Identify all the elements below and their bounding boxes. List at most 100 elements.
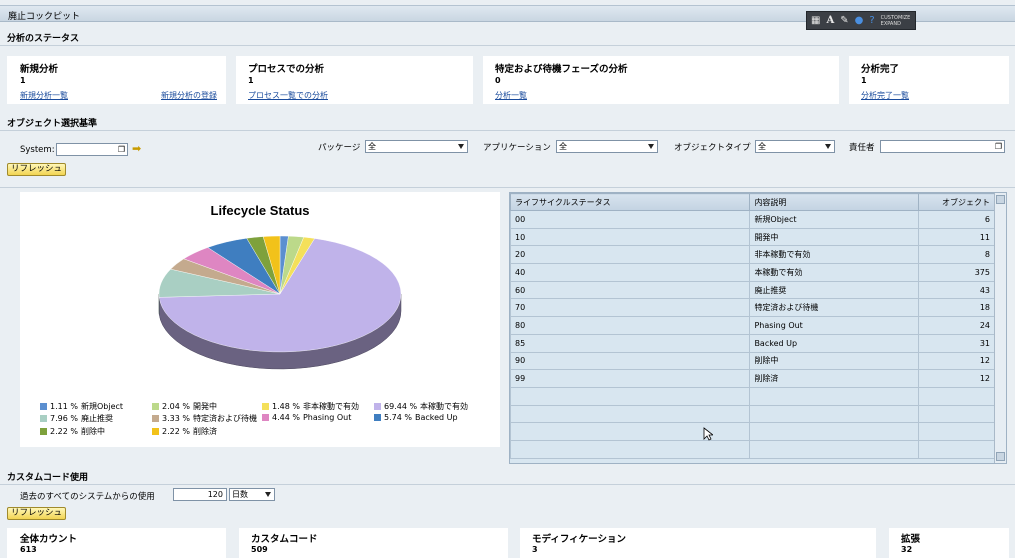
panel-title: 全体カウント — [20, 534, 78, 545]
refresh-button-2[interactable]: リフレッシュ — [7, 507, 66, 520]
help-icon[interactable]: ? — [869, 15, 874, 26]
font-icon[interactable]: A — [826, 15, 834, 26]
application-label: アプリケーション — [483, 143, 551, 153]
legend-item: 5.74 % Backed Up — [374, 413, 458, 422]
table-row[interactable] — [509, 422, 995, 441]
owner-input[interactable]: ❐ — [880, 140, 1005, 153]
panel-value: 3 — [532, 545, 538, 554]
objtype-select[interactable]: 全 — [755, 140, 835, 153]
table-row[interactable]: 70 特定済および待機 18 — [509, 298, 995, 318]
cell-objects: 12 — [918, 369, 995, 388]
package-label: パッケージ — [318, 143, 361, 153]
system-label: System: — [20, 145, 55, 155]
legend-swatch — [374, 414, 381, 421]
legend-swatch — [374, 403, 381, 410]
link-register-new-analysis[interactable]: 新規分析の登録 — [161, 90, 217, 101]
table-header-row: ライフサイクルステータス 内容説明 オブジェクト — [509, 193, 995, 211]
table-row[interactable]: 60 廃止推奨 43 — [509, 280, 995, 300]
legend-label: Backed Up — [414, 413, 458, 422]
unit-select[interactable]: 日数 — [229, 488, 275, 501]
application-select[interactable]: 全 — [556, 140, 658, 153]
cell-objects — [918, 422, 995, 441]
cell-description — [749, 404, 920, 424]
cell-status — [509, 439, 751, 459]
legend-item: 69.44 % 本稼動で有効 — [374, 401, 468, 412]
link-complete-list[interactable]: 分析完了一覧 — [861, 90, 909, 101]
table-row[interactable] — [509, 386, 995, 406]
cell-objects — [918, 404, 995, 424]
col-header-description[interactable]: 内容説明 — [749, 193, 920, 211]
panel-value: 32 — [901, 545, 913, 554]
table-row[interactable]: 20 非本稼動で有効 8 — [509, 245, 995, 265]
legend-label: 廃止推奨 — [80, 414, 113, 423]
legend-swatch — [152, 403, 159, 410]
lifecycle-chart: Lifecycle Status 1.11 % 新規Object 2.04 % 開発中… — [20, 192, 500, 447]
panel-value: 1 — [248, 76, 254, 85]
cell-status: 85 — [509, 333, 751, 353]
table-row[interactable]: 40 本稼動で有効 375 — [509, 263, 995, 282]
globe-icon[interactable]: ● — [855, 15, 864, 26]
link-process-list[interactable]: プロセス一覧での分析 — [248, 90, 328, 101]
analysis-status-heading: 分析のステータス — [7, 34, 80, 44]
legend-label: 新規Object — [80, 402, 124, 411]
legend-label: 開発中 — [192, 402, 217, 411]
owner-label: 責任者 — [849, 143, 875, 153]
col-header-status[interactable]: ライフサイクルステータス — [509, 193, 751, 211]
package-select[interactable]: 全 — [365, 140, 468, 153]
cell-status — [509, 404, 751, 424]
cell-description: 開発中 — [749, 227, 920, 247]
panel-title: プロセスでの分析 — [248, 64, 325, 75]
table-row[interactable]: 00 新規Object 6 — [509, 210, 995, 229]
cell-description: 新規Object — [749, 210, 920, 229]
table-row[interactable]: 90 削除中 12 — [509, 351, 995, 371]
legend-label: Phasing Out — [302, 413, 352, 422]
value-help-icon[interactable]: ❐ — [995, 142, 1002, 151]
legend-percent: 69.44 % — [384, 402, 418, 411]
col-header-objects[interactable]: オブジェクト — [918, 193, 995, 211]
table-row[interactable]: 85 Backed Up 31 — [509, 333, 995, 353]
scroll-down-button[interactable] — [996, 452, 1005, 461]
table-row[interactable]: 80 Phasing Out 24 — [509, 316, 995, 335]
divider — [0, 130, 1015, 131]
panel-modification: モディフィケーション 3 — [520, 528, 876, 558]
table-row[interactable]: 99 削除済 12 — [509, 369, 995, 388]
panel-title: モディフィケーション — [532, 534, 626, 545]
legend-label: 削除中 — [80, 427, 105, 436]
divider — [0, 187, 1015, 188]
wrench-icon[interactable]: ✎ — [840, 15, 848, 26]
usage-days-input[interactable]: 120 — [173, 488, 227, 501]
panel-in-process: プロセスでの分析 1 プロセス一覧での分析 — [236, 56, 473, 104]
system-input[interactable]: ❐ — [56, 143, 128, 156]
table-row[interactable] — [509, 439, 995, 459]
panel-new-analysis: 新規分析 1 新規分析一覧 新規分析の登録 — [7, 56, 226, 104]
legend-item: 4.44 % Phasing Out — [262, 413, 351, 422]
arrow-right-icon[interactable]: ➡ — [132, 142, 141, 155]
scroll-up-button[interactable] — [996, 195, 1005, 204]
table-scrollbar[interactable] — [994, 193, 1006, 463]
panel-title: カスタムコード — [251, 534, 318, 545]
grid-icon[interactable]: ▦ — [811, 15, 820, 26]
cell-description: Phasing Out — [749, 316, 920, 335]
cell-description: Backed Up — [749, 333, 920, 353]
legend-label: 本稼動で有効 — [420, 402, 469, 411]
status-table: ライフサイクルステータス 内容説明 オブジェクト 00 新規Object 6 10 開発… — [509, 193, 995, 459]
value-help-icon[interactable]: ❐ — [118, 145, 125, 154]
panel-total-count: 全体カウント 613 — [7, 528, 226, 558]
refresh-button[interactable]: リフレッシュ — [7, 163, 66, 176]
cell-description: 削除済 — [749, 369, 920, 388]
legend-item: 1.48 % 非本稼動で有効 — [262, 401, 359, 412]
legend-label: 非本稼動で有効 — [302, 402, 359, 411]
panel-enhancement: 拡張 32 — [889, 528, 1009, 558]
cell-status — [509, 422, 751, 441]
link-analysis-list[interactable]: 分析一覧 — [495, 90, 527, 101]
legend-percent: 3.33 % — [162, 414, 190, 423]
panel-title: 特定および待機フェーズの分析 — [495, 64, 628, 75]
table-row[interactable] — [509, 404, 995, 424]
toolbar-labels[interactable]: CUSTOMIZE EXPAND — [881, 15, 911, 27]
table-row[interactable]: 10 開発中 11 — [509, 227, 995, 247]
cell-status: 99 — [509, 369, 751, 388]
cell-description: 特定済および待機 — [749, 298, 920, 318]
legend-label: 削除済 — [192, 427, 217, 436]
cell-description — [749, 386, 920, 406]
link-new-analysis-list[interactable]: 新規分析一覧 — [20, 90, 68, 101]
